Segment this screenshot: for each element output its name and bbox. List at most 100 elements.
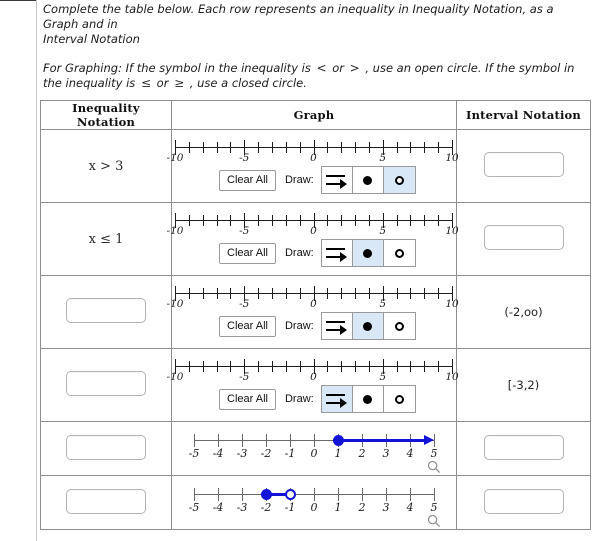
axis-tick [410,215,412,226]
column-header-interval: Interval Notation [456,100,591,130]
open-dot-tool[interactable] [383,240,415,266]
axis-tick [194,434,196,447]
graph-toolbar: Clear All Draw: [219,166,416,194]
instructions-line-1: Complete the table below. Each row repre… [43,2,589,47]
axis-tick-label: 2 [358,447,366,460]
axis-tick [299,361,301,372]
axis-tick [202,361,204,372]
answer-graph[interactable]: -5 -4 -3 -2 -1 0 1 2 3 4 5 [172,422,455,475]
instructions-text-2d: , use a closed circle. [189,76,307,90]
axis-tick [202,142,204,153]
ray-tool[interactable] [321,167,353,193]
axis-tick [242,434,244,447]
clear-all-button[interactable]: Clear All [219,315,276,337]
symbol-greater-equal: ≥ [174,76,185,90]
axis-tick [410,361,412,372]
number-line[interactable]: -10 -5 0 5 10 [167,355,459,383]
axis-tick [396,215,398,226]
closed-dot-tool[interactable] [352,313,384,339]
column-header-inequality: Inequality Notation [40,100,172,130]
axis-tick [216,361,218,372]
axis-tick [327,288,329,299]
number-line[interactable]: -5 -4 -3 -2 -1 0 1 2 3 4 5 [189,430,438,464]
closed-dot-tool[interactable] [352,240,384,266]
axis-tick [434,488,436,501]
axis-tick [368,288,370,299]
graph-widget[interactable]: -10 -5 0 5 10 Clear All Draw: [167,203,459,275]
instructions-line-2: For Graphing: If the symbol in the inequ… [43,61,589,91]
closed-dot-tool[interactable] [352,386,384,412]
interval-cell [456,421,591,476]
axis-tick [285,361,287,372]
graph-cell: -10 -5 0 5 10 Clear All Draw: [167,202,459,276]
axis-tick-label: -1 [284,447,296,460]
clear-all-button[interactable]: Clear All [219,388,276,410]
axis-tick [410,142,412,153]
inequality-cell: x ≤ 1 [40,202,172,276]
axis-tick-label: -2 [260,501,272,514]
axis-tick [285,142,287,153]
open-circle-icon [394,248,404,258]
axis-tick [410,488,412,501]
number-line[interactable]: -10 -5 0 5 10 [167,136,459,164]
ray-tool[interactable] [321,386,353,412]
conjunction-or-1: or [332,61,344,75]
axis-tick-label: 1 [334,501,342,514]
number-line[interactable]: -10 -5 0 5 10 [167,282,459,310]
inequality-input[interactable] [66,298,146,323]
axis-tick [242,488,244,501]
axis-tick [314,434,316,447]
clear-all-button[interactable]: Clear All [219,169,276,191]
axis-tick [341,361,343,372]
magnifier-icon[interactable] [427,460,441,474]
inequality-input[interactable] [66,488,146,514]
table-row: x > 3 -10 -5 0 5 10 Clear All Draw: [40,129,591,203]
magnifier-icon[interactable] [427,514,441,528]
interval-input[interactable] [483,488,564,514]
open-circle-icon [394,321,404,331]
closed-dot-tool[interactable] [352,167,384,193]
axis-tick [438,361,440,372]
axis-tick [188,142,190,153]
inequality-input[interactable] [66,434,146,460]
interval-input[interactable] [483,225,564,250]
inequality-cell [40,348,172,422]
axis-tick [266,434,268,447]
axis-tick [258,361,260,372]
interval-cell: [-3,2) [456,348,591,422]
interval-input[interactable] [483,434,564,460]
interval-input[interactable] [483,152,564,177]
graph-cell: -10 -5 0 5 10 Clear All Draw: [167,129,459,203]
number-line[interactable]: -10 -5 0 5 10 [167,209,459,237]
axis-tick [362,488,364,501]
ray-tool[interactable] [321,240,353,266]
worksheet-page: Complete the table below. Each row repre… [0,0,595,541]
open-dot-tool[interactable] [383,313,415,339]
instructions-text-2c: inequality is [65,76,136,90]
axis-tick [285,288,287,299]
axis-tick [299,215,301,226]
graph-widget[interactable]: -10 -5 0 5 10 Clear All Draw: [167,349,459,421]
filled-circle-icon [363,394,373,404]
axis-tick [230,142,232,153]
axis-tick-label: -1 [284,501,296,514]
ray-tool[interactable] [321,313,353,339]
axis-tick-label: 2 [358,501,366,514]
axis-tick [341,142,343,153]
clear-all-button[interactable]: Clear All [219,242,276,264]
open-dot-tool[interactable] [383,386,415,412]
axis-tick-label: -5 [239,298,250,310]
axis-tick [355,288,357,299]
axis-tick-label: 0 [310,152,317,164]
graph-widget[interactable]: -10 -5 0 5 10 Clear All Draw: [167,130,459,202]
axis-tick [258,215,260,226]
graph-widget[interactable]: -10 -5 0 5 10 Clear All Draw: [167,276,459,348]
axis-tick [424,288,426,299]
answer-graph[interactable]: -5 -4 -3 -2 -1 0 1 2 3 4 5 [172,476,455,529]
axis-tick [271,288,273,299]
table-body: x > 3 -10 -5 0 5 10 Clear All Draw: x ≤ 1 -10 -5 0 5… [40,129,591,530]
axis-tick-label: 10 [445,371,459,383]
open-dot-tool[interactable] [383,167,415,193]
inequality-input[interactable] [66,371,146,396]
number-line[interactable]: -5 -4 -3 -2 -1 0 1 2 3 4 5 [189,484,438,518]
